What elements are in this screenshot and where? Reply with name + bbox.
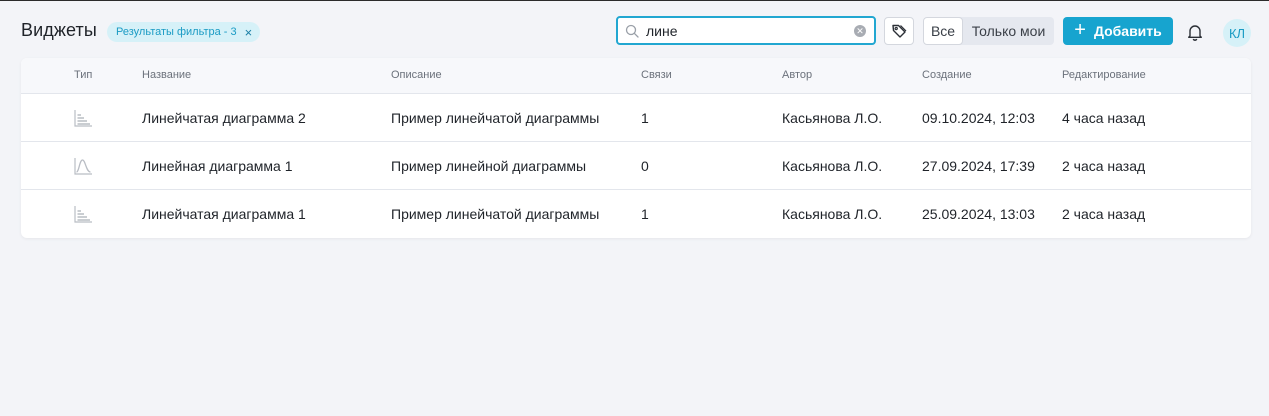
segment-only-mine[interactable]: Только мои <box>963 17 1054 45</box>
widget-author: Касьянова Л.О. <box>782 158 883 174</box>
page-title: Виджеты <box>21 20 97 40</box>
widget-edited: 4 часа назад <box>1062 110 1146 126</box>
filter-chip-label: Результаты фильтра - 3 <box>116 26 237 38</box>
widgets-table: Тип Название Описание Связи Автор Создан… <box>21 58 1251 238</box>
add-button-label: Добавить <box>1093 23 1162 39</box>
widget-links: 0 <box>641 158 649 174</box>
ownership-toggle[interactable]: Все Только мои <box>923 17 1054 45</box>
widget-created: 27.09.2024, 17:39 <box>922 158 1035 174</box>
column-header-author[interactable]: Автор <box>782 69 812 81</box>
clear-filter-icon[interactable]: × <box>245 26 253 39</box>
segment-all[interactable]: Все <box>923 17 963 45</box>
page-header: Виджеты Результаты фильтра - 3 × ✕ Все Т… <box>0 1 1269 59</box>
widget-author: Касьянова Л.О. <box>782 206 883 222</box>
widget-created: 09.10.2024, 12:03 <box>922 110 1035 126</box>
widget-links: 1 <box>641 206 649 222</box>
line-chart-icon <box>74 158 92 175</box>
widget-author: Касьянова Л.О. <box>782 110 883 126</box>
table-row[interactable]: Линейчатая диаграмма 2 Пример линейчатой… <box>21 94 1251 142</box>
clear-search-icon[interactable]: ✕ <box>854 25 866 37</box>
widget-edited: 2 часа назад <box>1062 206 1146 222</box>
widget-edited: 2 часа назад <box>1062 158 1146 174</box>
user-avatar[interactable]: КЛ <box>1223 19 1251 47</box>
tags-button[interactable] <box>884 17 914 45</box>
search-field[interactable]: ✕ <box>616 16 876 45</box>
widget-created: 25.09.2024, 13:03 <box>922 206 1035 222</box>
bar-chart-icon <box>74 110 92 127</box>
table-row[interactable]: Линейчатая диаграмма 1 Пример линейчатой… <box>21 190 1251 238</box>
table-row[interactable]: Линейная диаграмма 1 Пример линейной диа… <box>21 142 1251 190</box>
column-header-created[interactable]: Создание <box>922 69 972 81</box>
column-header-name[interactable]: Название <box>142 69 191 81</box>
filter-results-chip[interactable]: Результаты фильтра - 3 × <box>107 22 261 42</box>
search-icon <box>625 24 639 38</box>
plus-icon: + <box>1074 19 1086 41</box>
bar-chart-icon <box>74 206 92 223</box>
tag-icon <box>892 24 907 38</box>
widget-name: Линейная диаграмма 1 <box>142 158 293 174</box>
bell-icon[interactable] <box>1186 23 1204 41</box>
table-header: Тип Название Описание Связи Автор Создан… <box>21 58 1251 94</box>
widget-description: Пример линейчатой диаграммы <box>391 206 600 222</box>
column-header-links[interactable]: Связи <box>641 69 672 81</box>
column-header-edited[interactable]: Редактирование <box>1062 69 1146 81</box>
widget-name: Линейчатая диаграмма 2 <box>142 110 306 126</box>
widget-links: 1 <box>641 110 649 126</box>
widget-description: Пример линейчатой диаграммы <box>391 110 600 126</box>
column-header-description[interactable]: Описание <box>391 69 442 81</box>
widget-description: Пример линейной диаграммы <box>391 158 587 174</box>
widget-name: Линейчатая диаграмма 1 <box>142 206 306 222</box>
column-header-type[interactable]: Тип <box>74 69 92 81</box>
search-input[interactable] <box>646 18 846 43</box>
add-button[interactable]: + Добавить <box>1063 17 1173 45</box>
